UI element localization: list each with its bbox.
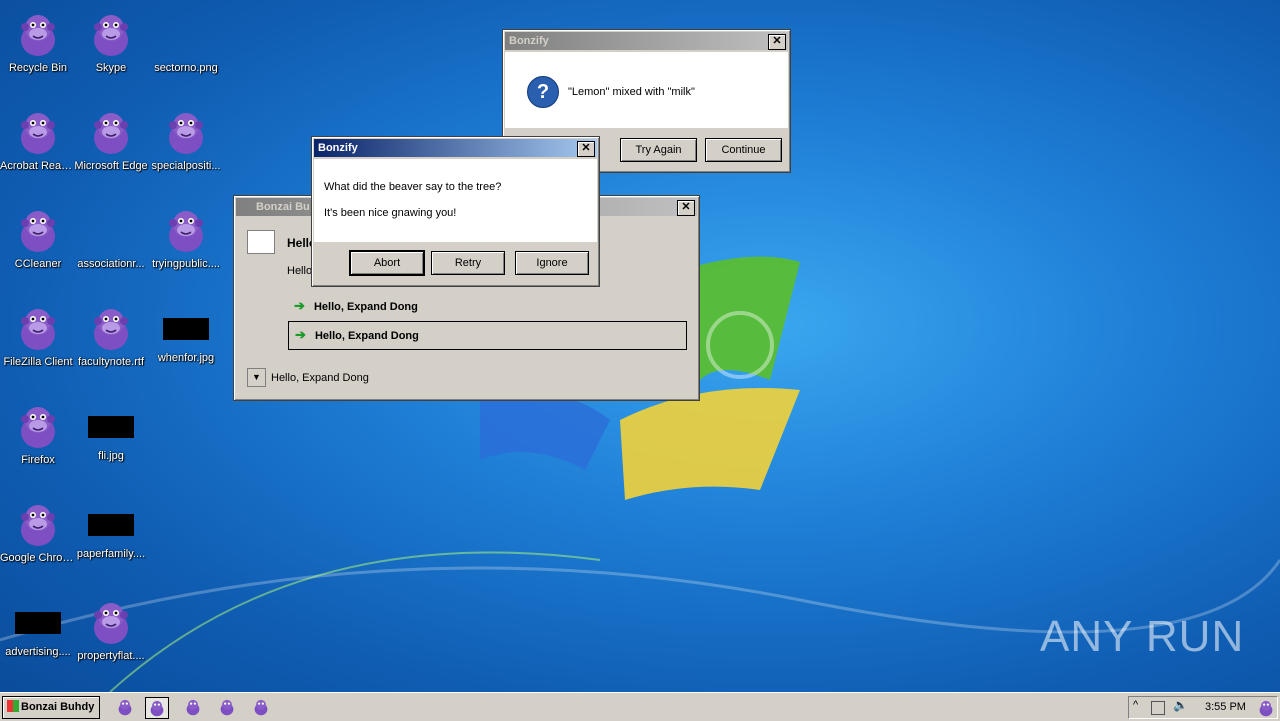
lemon-dialog-body: ? "Lemon" mixed with "milk" (505, 52, 788, 128)
continue-button[interactable]: Continue (705, 138, 782, 162)
lemon-dialog-titlebar[interactable]: Bonzify ✕ (505, 32, 788, 50)
retry-button[interactable]: Retry (431, 251, 505, 275)
speaker-icon[interactable]: 🔈 (1173, 698, 1188, 712)
question-icon: ? (527, 76, 559, 108)
expander-label: Hello, Expand Dong (271, 372, 369, 384)
windows-logo-icon (7, 700, 19, 712)
try-again-button[interactable]: Try Again (620, 138, 697, 162)
desktop-icon[interactable]: Firefox (0, 402, 76, 467)
lemon-dialog-title: Bonzify (509, 35, 549, 47)
desktop-icon[interactable]: facultynote.rtf (73, 304, 149, 369)
beaver-dialog: Bonzify ✕ What did the beaver say to the… (311, 136, 600, 287)
green-arrow-icon: ➔ (295, 327, 306, 342)
desktop-icon-label: tryingpublic.... (152, 258, 220, 270)
desktop-icon-label: advertising.... (5, 646, 71, 658)
green-arrow-icon: ➔ (294, 298, 305, 313)
bonzi-icon (87, 598, 135, 646)
desktop-icon-label: Microsoft Edge (74, 160, 148, 172)
beaver-dialog-titlebar[interactable]: Bonzify ✕ (314, 139, 597, 157)
bonzi-icon (14, 500, 62, 548)
desktop-icon-label: facultynote.rtf (77, 356, 145, 368)
start-button[interactable]: Bonzai Buhdy (2, 696, 100, 719)
beaver-dialog-title: Bonzify (318, 142, 358, 154)
blank-file-icon (87, 206, 135, 254)
desktop-icon-label: FileZilla Client (3, 356, 73, 368)
desktop-icon[interactable]: Google Chrome (0, 500, 76, 565)
command-link-1[interactable]: ➔ Hello, Expand Dong (294, 298, 418, 314)
bonzi-icon (162, 206, 210, 254)
redacted-thumbnail (15, 612, 61, 634)
bonzi-task-icon[interactable] (114, 697, 136, 717)
abort-button[interactable]: Abort (349, 250, 425, 276)
bonzi-icon (87, 304, 135, 352)
bonzi-icon (14, 206, 62, 254)
desktop-icon[interactable]: Microsoft Edge (73, 108, 149, 173)
desktop-icon[interactable]: fli.jpg (73, 402, 149, 463)
bonzi-icon (87, 10, 135, 58)
desktop-icon[interactable]: Recycle Bin (0, 10, 76, 75)
lemon-message: "Lemon" mixed with "milk" (568, 86, 695, 98)
bonzi-icon (14, 304, 62, 352)
desktop-icon[interactable]: paperfamily.... (73, 500, 149, 561)
bonzi-icon (162, 108, 210, 156)
bonzi-tray-icon[interactable] (1255, 698, 1273, 717)
beaver-question: What did the beaver say to the tree? (324, 181, 502, 193)
bonzai-window-title: Bonzai Bu (256, 201, 310, 213)
desktop-icon-label: Acrobat Reader DC (0, 160, 76, 172)
bonzi-icon (87, 108, 135, 156)
close-button[interactable]: ✕ (577, 141, 595, 157)
expand-button[interactable]: ▼ (247, 368, 266, 387)
desktop-icon-label: fli.jpg (98, 450, 124, 462)
desktop-icon-label: sectorno.png (154, 62, 218, 74)
desktop-icon-label: Skype (95, 62, 127, 74)
desktop-icon[interactable]: FileZilla Client (0, 304, 76, 369)
bonzai-subtext: Hello (287, 265, 313, 277)
desktop-icon[interactable]: Skype (73, 10, 149, 75)
desktop-icon[interactable]: whenfor.jpg (148, 304, 224, 365)
bonzi-task-icon[interactable] (250, 697, 272, 717)
bonzi-icon (14, 10, 62, 58)
close-button[interactable]: ✕ (768, 34, 786, 50)
desktop-icon[interactable]: advertising.... (0, 598, 76, 659)
desktop-icon[interactable]: specialpositi... (148, 108, 224, 173)
close-button[interactable]: ✕ (677, 200, 695, 216)
desktop-icon-label: propertyflat.... (77, 650, 145, 662)
beaver-answer: It's been nice gnawing you! (324, 207, 457, 219)
network-icon[interactable] (1151, 701, 1165, 715)
taskbar: Bonzai Buhdy ^ 🔈 3:55 PM (0, 692, 1280, 721)
clock[interactable]: 3:55 PM (1205, 701, 1246, 713)
chevron-up-icon[interactable]: ^ (1133, 699, 1138, 711)
beaver-dialog-body: What did the beaver say to the tree? It'… (314, 159, 597, 242)
redacted-thumbnail (88, 514, 134, 536)
bonzi-task-icon[interactable] (145, 697, 169, 719)
bonzi-icon (14, 402, 62, 450)
bonzi-task-icon[interactable] (216, 697, 238, 717)
desktop-icon-label: whenfor.jpg (157, 352, 215, 364)
desktop-icon[interactable]: tryingpublic.... (148, 206, 224, 271)
desktop-icon[interactable]: associationr... (73, 206, 149, 271)
desktop-icon-label: specialpositi... (151, 160, 221, 172)
desktop-icon-label: CCleaner (14, 258, 62, 270)
anyrun-watermark: ANY RUN (1040, 612, 1245, 661)
blank-file-icon (162, 10, 210, 58)
document-icon (247, 230, 275, 254)
bonzi-icon (14, 108, 62, 156)
desktop-icon-label: associationr... (77, 258, 145, 270)
bonzi-task-icon[interactable] (182, 697, 204, 717)
command-link-2[interactable]: ➔ Hello, Expand Dong (288, 321, 687, 350)
desktop-icon-label: paperfamily.... (76, 548, 146, 560)
desktop-icon-label: Google Chrome (0, 552, 76, 564)
desktop-icon[interactable]: Acrobat Reader DC (0, 108, 76, 173)
desktop-icon-label: Recycle Bin (8, 62, 68, 74)
desktop-icon[interactable]: CCleaner (0, 206, 76, 271)
system-tray: ^ 🔈 3:55 PM (1128, 696, 1278, 719)
desktop-icon[interactable]: sectorno.png (148, 10, 224, 75)
desktop-icon[interactable]: propertyflat.... (73, 598, 149, 663)
redacted-thumbnail (88, 416, 134, 438)
redacted-thumbnail (163, 318, 209, 340)
ignore-button[interactable]: Ignore (515, 251, 589, 275)
desktop-icon-label: Firefox (21, 454, 55, 466)
